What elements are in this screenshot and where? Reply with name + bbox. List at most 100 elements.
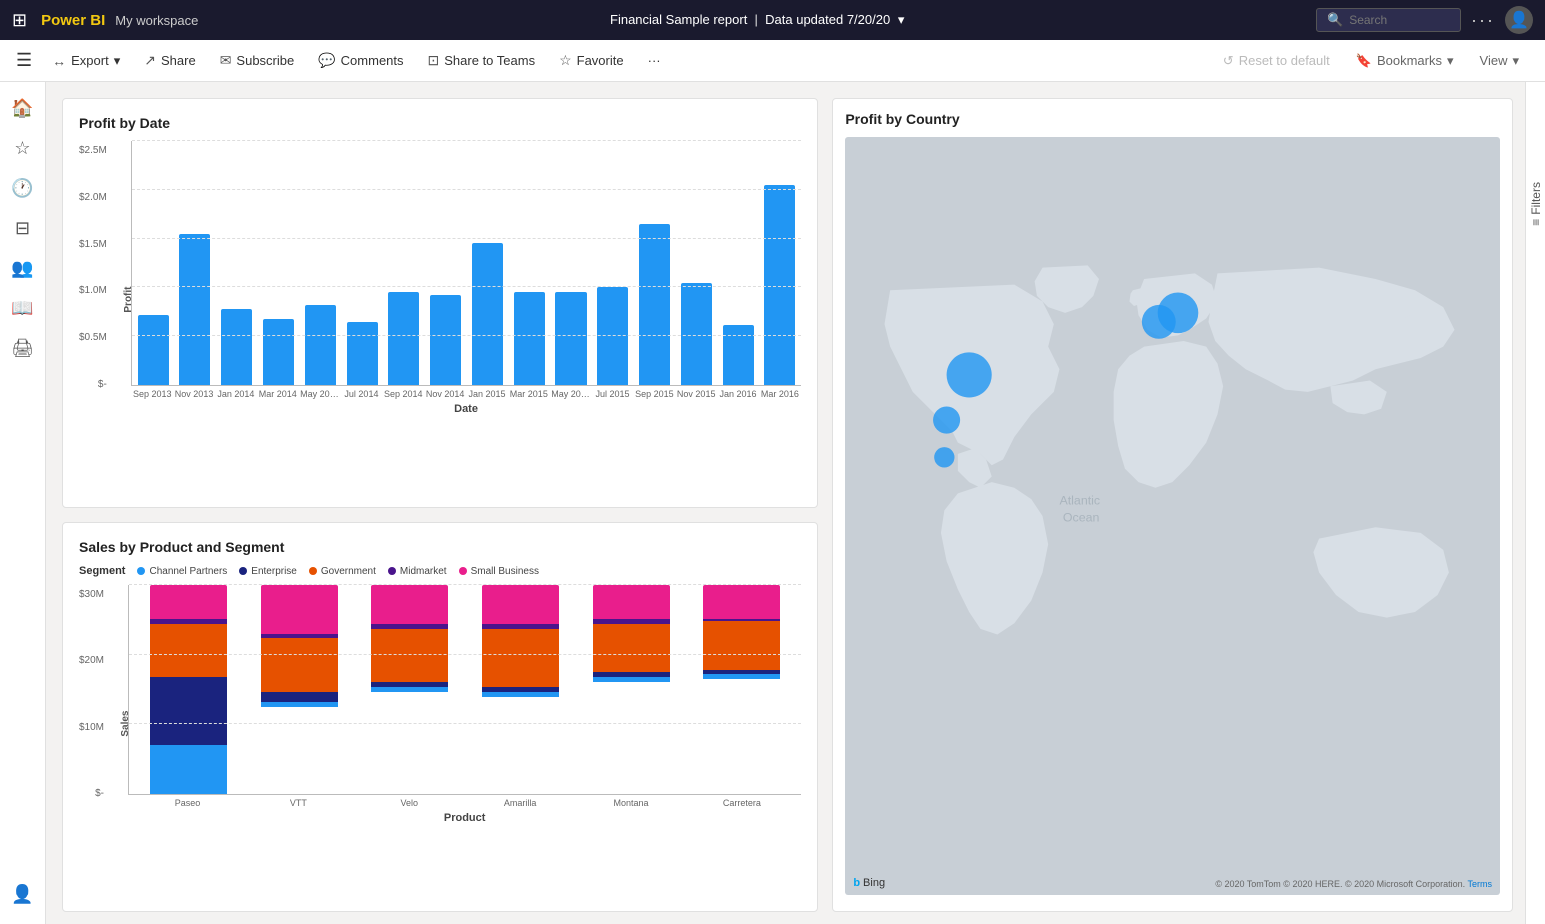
profit-bar-wrapper[interactable] [301,141,340,385]
workspace-label[interactable]: My workspace [115,13,198,28]
legend-channel-partners: Channel Partners [137,566,227,577]
sidebar-recent-icon[interactable]: 🕐 [5,170,41,206]
main-layout: 🏠 ☆ 🕐 ⊟ 👥 📖 🖨 👤 Profit by Date $2.5M $2.… [0,82,1545,924]
toolbar-right: ↺ Reset to default 🔖 Bookmarks ▾ View ▾ [1213,48,1529,74]
map-container[interactable]: Atlantic Ocean b Bing © 2020 TomTom © 20… [845,137,1500,895]
profit-bar-wrapper[interactable] [176,141,215,385]
profit-bar[interactable] [305,305,336,385]
sales-bar-wrapper[interactable] [469,585,572,794]
profit-by-date-title: Profit by Date [79,115,801,131]
profit-bar[interactable] [472,243,503,385]
profit-bar[interactable] [681,283,712,385]
stacked-segment [261,692,338,702]
profit-bar[interactable] [597,287,628,385]
profit-bar-wrapper[interactable] [426,141,465,385]
stacked-bar[interactable] [482,585,559,697]
profit-x-label: Nov 2015 [677,389,716,399]
sidebar-shared-icon[interactable]: 👥 [5,250,41,286]
profit-bar-wrapper[interactable] [593,141,632,385]
stacked-bar[interactable] [371,585,448,692]
sidebar-favorites-icon[interactable]: ☆ [5,130,41,166]
sales-x-label: Paseo [136,798,239,808]
map-bubble-canada[interactable] [947,352,992,397]
search-input[interactable] [1349,13,1449,27]
sales-bars-container [128,585,801,795]
profit-bar[interactable] [263,319,294,385]
profit-x-label: Jul 2015 [593,389,632,399]
map-bubble-mexico[interactable] [934,447,954,467]
sidebar-profile-icon[interactable]: 👤 [5,876,41,912]
profit-bar-wrapper[interactable] [761,141,800,385]
profit-bar[interactable] [138,315,169,385]
profit-bar-wrapper[interactable] [677,141,716,385]
profit-x-label: Jan 2014 [216,389,255,399]
share-teams-button[interactable]: ⊡ Share to Teams [418,47,546,74]
bookmarks-button[interactable]: 🔖 Bookmarks ▾ [1346,48,1464,74]
sales-bar-wrapper[interactable] [580,585,683,794]
profit-bar-wrapper[interactable] [259,141,298,385]
sales-bar-wrapper[interactable] [691,585,794,794]
profit-bar[interactable] [723,325,754,386]
profit-bar-wrapper[interactable] [384,141,423,385]
sidebar-home-icon[interactable]: 🏠 [5,90,41,126]
profit-bar-wrapper[interactable] [217,141,256,385]
chart-legend: Segment Channel Partners Enterprise Gove… [79,565,801,577]
export-button[interactable]: ↔ Export ▾ [42,48,130,74]
profit-bar[interactable] [347,322,378,385]
profit-bar-wrapper[interactable] [343,141,382,385]
share-button[interactable]: ↗ Share [134,47,205,74]
bookmarks-icon: 🔖 [1356,53,1372,69]
profit-bar-wrapper[interactable] [635,141,674,385]
map-credit: © 2020 TomTom © 2020 HERE. © 2020 Micros… [1215,879,1492,889]
stacked-segment [593,585,670,619]
profit-bar[interactable] [221,309,252,385]
more-options-button[interactable]: ··· [1471,10,1495,31]
profit-bar[interactable] [514,292,545,385]
profit-bar-wrapper[interactable] [719,141,758,385]
waffle-icon[interactable]: ⊞ [12,10,27,31]
profit-y-axis: $2.5M $2.0M $1.5M $1.0M $0.5M $- [79,145,113,390]
stacked-bar[interactable] [150,585,227,794]
profit-bar[interactable] [639,224,670,385]
sidebar-learn-icon[interactable]: 📖 [5,290,41,326]
stacked-bar[interactable] [261,585,338,707]
sidebar-workspaces-icon[interactable]: 🖨 [5,330,41,366]
brand: Power BI [41,12,105,29]
stacked-bar[interactable] [703,585,780,679]
favorite-button[interactable]: ☆ Favorite [549,47,634,74]
sidebar-apps-icon[interactable]: ⊟ [5,210,41,246]
stacked-bar[interactable] [593,585,670,682]
view-button[interactable]: View ▾ [1470,48,1529,74]
profit-bar[interactable] [179,234,210,385]
toolbar-more-button[interactable]: ··· [638,48,671,73]
sales-x-label: Velo [358,798,461,808]
profit-bar[interactable] [388,292,419,385]
data-updated-dropdown[interactable]: ▾ [898,12,905,27]
profit-x-label: May 2014 [300,389,339,399]
menu-toggle[interactable]: ☰ [16,50,32,71]
map-bubble-us[interactable] [933,407,960,434]
reset-to-default-button[interactable]: ↺ Reset to default [1213,48,1340,74]
profit-bar[interactable] [555,292,586,385]
sales-bar-wrapper[interactable] [358,585,461,794]
profit-bar-wrapper[interactable] [468,141,507,385]
profit-bar-wrapper[interactable] [552,141,591,385]
terms-link[interactable]: Terms [1468,879,1493,889]
avatar[interactable]: 👤 [1505,6,1533,34]
profit-bar-wrapper[interactable] [510,141,549,385]
comments-icon: 💬 [318,52,335,69]
profit-bar-wrapper[interactable] [134,141,173,385]
sales-bar-wrapper[interactable] [248,585,351,794]
comments-button[interactable]: 💬 Comments [308,47,413,74]
subscribe-button[interactable]: ✉ Subscribe [210,47,305,74]
stacked-segment [703,674,780,679]
profit-bar[interactable] [430,295,461,385]
search-box[interactable]: 🔍 [1316,8,1461,32]
filters-tab[interactable]: ≡ Filters [1529,182,1543,226]
svg-text:Atlantic: Atlantic [1060,494,1101,508]
sales-bar-wrapper[interactable] [137,585,240,794]
map-bubble-france[interactable] [1142,305,1176,339]
report-title: Financial Sample report | Data updated 7… [208,12,1306,28]
profit-bar[interactable] [764,185,795,385]
sales-bars-area: PaseoVTTVeloAmarillaMontanaCarretera Pro… [128,585,801,825]
